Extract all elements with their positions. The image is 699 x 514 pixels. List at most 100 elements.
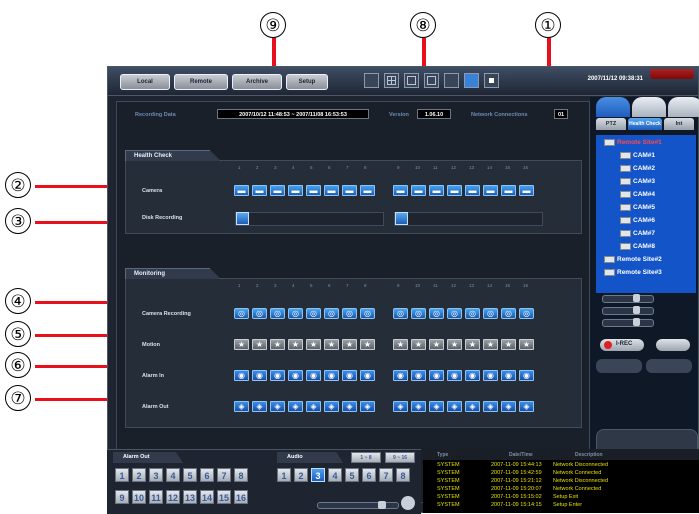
local-button[interactable]: Local — [120, 74, 170, 90]
snapshot-button[interactable] — [656, 339, 690, 351]
alarm-out-status-4: ◈ — [288, 401, 303, 412]
contrast-slider-knob[interactable] — [633, 306, 640, 314]
top-toolbar: Local Remote Archive Setup 2007/11/12 09… — [108, 67, 698, 96]
audio-button-4[interactable]: 4 — [328, 468, 342, 482]
layout-pip-button[interactable] — [444, 73, 459, 88]
alarm-out-button-14[interactable]: 14 — [200, 490, 214, 504]
log-header-type: Type — [437, 452, 449, 458]
alarm-out-button-2[interactable]: 2 — [132, 468, 146, 482]
tab-ptz[interactable]: PTZ — [596, 118, 626, 130]
callout-9: ⑨ — [260, 12, 286, 38]
tree-site-item[interactable]: Remote Site#2 — [604, 256, 662, 263]
camera-tab-icon[interactable] — [596, 97, 630, 117]
tree-item-label: CAM#5 — [633, 204, 656, 212]
alarm-out-status-icon: ◈ — [433, 402, 440, 411]
channel-number: 5 — [310, 283, 313, 288]
tab-third[interactable]: Int — [664, 118, 694, 130]
camera-icon — [620, 178, 631, 185]
tree-camera-item[interactable]: CAM#3 — [620, 178, 655, 185]
alarm-out-button-12[interactable]: 12 — [166, 490, 180, 504]
audio-button-8[interactable]: 8 — [396, 468, 410, 482]
alarm-out-button-6[interactable]: 6 — [200, 468, 214, 482]
tree-camera-item[interactable]: CAM#6 — [620, 217, 655, 224]
audio-button-5[interactable]: 5 — [345, 468, 359, 482]
alarm-out-button-7[interactable]: 7 — [217, 468, 231, 482]
layout-16-button[interactable] — [424, 73, 439, 88]
archive-button[interactable]: Archive — [232, 74, 282, 90]
right-side-panel: PTZ Health Check Int Remote Site#1 CAM#1 C… — [590, 97, 699, 503]
alarm-out-status-1: ◈ — [234, 401, 249, 412]
record-button[interactable]: I-REC — [600, 339, 644, 351]
setup-button[interactable]: Setup — [286, 74, 328, 90]
tree-camera-item[interactable]: CAM#5 — [620, 204, 655, 211]
audio-button-3[interactable]: 3 — [311, 468, 325, 482]
camera-recording-status-15: ◎ — [501, 308, 516, 319]
record-dot-icon — [604, 341, 612, 349]
tree-camera-item[interactable]: CAM#8 — [620, 243, 655, 250]
contrast-slider[interactable] — [602, 306, 654, 315]
channel-number: 4 — [292, 165, 295, 170]
record-label: I-REC — [616, 341, 633, 347]
window-close-button[interactable] — [650, 69, 694, 79]
audio-button-2[interactable]: 2 — [294, 468, 308, 482]
volume-slider[interactable] — [317, 501, 399, 509]
alarm-out-button-13[interactable]: 13 — [183, 490, 197, 504]
camera-recording-status-3: ◎ — [270, 308, 285, 319]
tree-site-item[interactable]: Remote Site#1 — [604, 139, 662, 146]
alarm-out-button-4[interactable]: 4 — [166, 468, 180, 482]
volume-knob[interactable] — [378, 501, 386, 509]
alarm-out-button-10[interactable]: 10 — [132, 490, 146, 504]
alarm-out-button-5[interactable]: 5 — [183, 468, 197, 482]
tree-camera-item[interactable]: CAM#2 — [620, 165, 655, 172]
version-value: 1.06.10 — [417, 109, 451, 119]
motion-status-16: ★ — [519, 339, 534, 350]
alarm-out-button-3[interactable]: 3 — [149, 468, 163, 482]
layout-4-button[interactable] — [384, 73, 399, 88]
log-type: SYSTEM — [437, 494, 460, 500]
log-type: SYSTEM — [437, 462, 460, 468]
color-slider[interactable] — [602, 318, 654, 327]
camera-status-icon: ▬ — [522, 186, 531, 195]
audio-mode-2-button[interactable]: 9 ~ 16 — [385, 452, 415, 463]
brightness-slider[interactable] — [602, 294, 654, 303]
site-tree[interactable]: Remote Site#1 CAM#1 CAM#2 CAM#3 CAM#4 CAM#5 CA… — [596, 135, 696, 293]
remote-button[interactable]: Remote — [174, 74, 228, 90]
camera-recording-status-icon: ◎ — [346, 309, 353, 318]
speaker-icon[interactable] — [401, 496, 415, 510]
channel-number: 16 — [523, 283, 529, 288]
alarm-out-button-8[interactable]: 8 — [234, 468, 248, 482]
alarm-out-status-9: ◈ — [393, 401, 408, 412]
alarm-out-button-16[interactable]: 16 — [234, 490, 248, 504]
tree-camera-item[interactable]: CAM#4 — [620, 191, 655, 198]
alarm-out-button-9[interactable]: 9 — [115, 490, 129, 504]
motion-status-8: ★ — [360, 339, 375, 350]
alarm-out-button-11[interactable]: 11 — [149, 490, 163, 504]
prev-button[interactable] — [596, 359, 642, 373]
audio-button-6[interactable]: 6 — [362, 468, 376, 482]
layout-health-button[interactable] — [464, 73, 479, 88]
tab-health-check[interactable]: Health Check — [628, 118, 662, 130]
brightness-slider-knob[interactable] — [633, 294, 640, 302]
camera-status-icon: ▬ — [345, 186, 354, 195]
alarm-out-button-15[interactable]: 15 — [217, 490, 231, 504]
layout-seq-button[interactable] — [484, 73, 499, 88]
extra-tab-icon[interactable] — [668, 97, 699, 117]
audio-mode-1-button[interactable]: 1 ~ 8 — [351, 452, 381, 463]
next-button[interactable] — [646, 359, 692, 373]
tree-camera-item[interactable]: CAM#1 — [620, 152, 655, 159]
color-slider-knob[interactable] — [633, 318, 640, 326]
channel-number: 2 — [256, 165, 259, 170]
motion-status-icon: ★ — [504, 340, 513, 349]
audio-button-1[interactable]: 1 — [277, 468, 291, 482]
layout-9-button[interactable] — [404, 73, 419, 88]
alarm-out-status-icon: ◈ — [451, 402, 458, 411]
search-tab-icon[interactable] — [632, 97, 666, 117]
tree-site-item[interactable]: Remote Site#3 — [604, 269, 662, 276]
alarm-out-button-1[interactable]: 1 — [115, 468, 129, 482]
alarm-out-status-11: ◈ — [429, 401, 444, 412]
audio-button-7[interactable]: 7 — [379, 468, 393, 482]
layout-1-button[interactable] — [364, 73, 379, 88]
monitoring-section: Monitoring 1 9 2 10 3 11 4 12 5 13 6 14 7 15 8 16 Camer… — [125, 268, 582, 428]
tree-camera-item[interactable]: CAM#7 — [620, 230, 655, 237]
camera-status-1: ▬ — [234, 185, 249, 196]
